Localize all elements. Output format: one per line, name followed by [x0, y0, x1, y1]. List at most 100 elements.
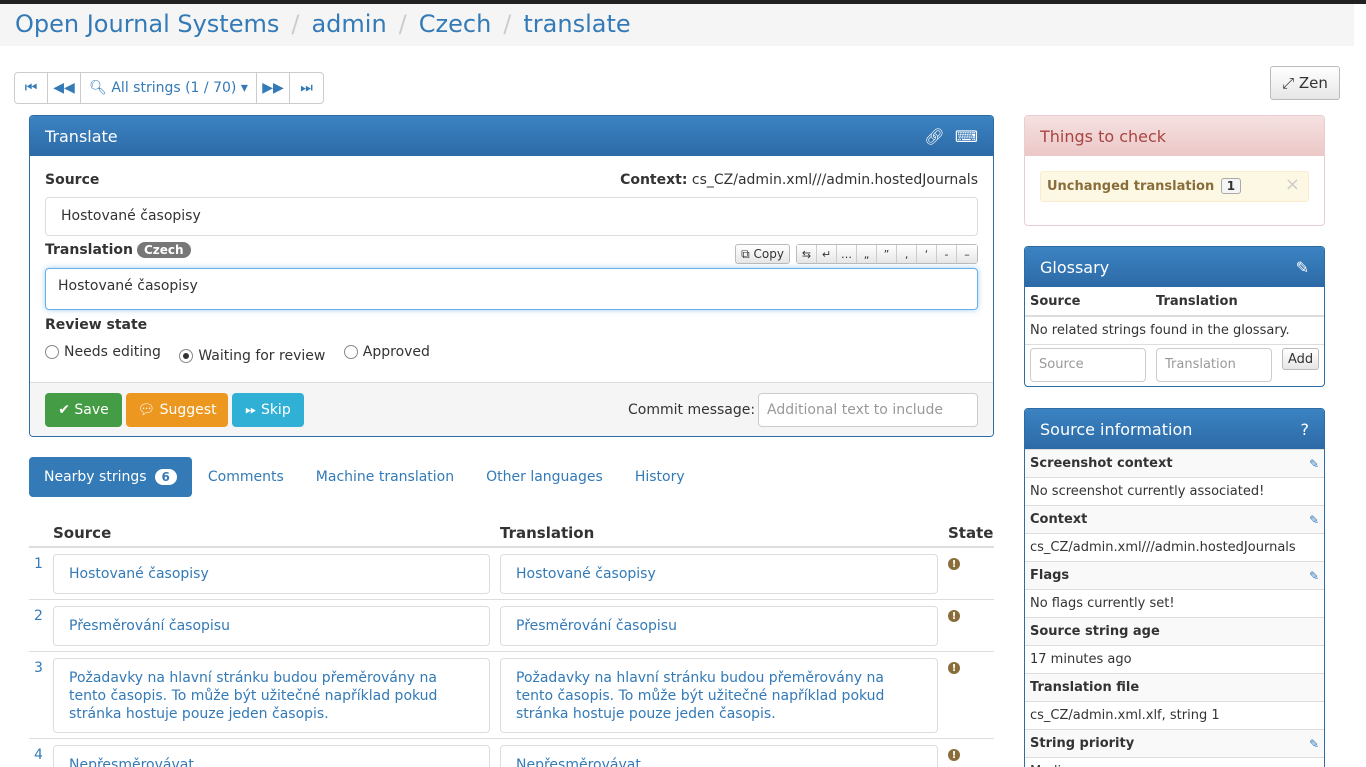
editor-toolbar: ⧉ Copy ⇆ ↵ … „ ” ‚ ‘ - – [735, 244, 978, 264]
next-icon: ▶▶ [262, 80, 284, 96]
string-navigation: ⏮ ◀◀ 🔍︎ All strings (1 / 70) ▾ ▶▶ ⏭ [14, 72, 324, 104]
source-info-title: Source information [1040, 419, 1193, 439]
tab-history[interactable]: History [619, 457, 701, 497]
pencil-icon[interactable]: ✎ [1309, 457, 1319, 471]
translation-textarea[interactable]: Hostované časopisy [45, 268, 978, 310]
translate-footer: ✔ Save 💬︎ Suggest ⏩︎ Skip Commit message… [30, 382, 993, 436]
special-char-button[interactable]: ↵ [817, 245, 837, 263]
special-char-button[interactable]: … [837, 245, 857, 263]
glossary-add-button[interactable]: Add [1282, 348, 1320, 370]
keyboard-icon[interactable]: ⌨ [955, 127, 978, 146]
info-label: Context ✎ [1025, 505, 1324, 533]
prev-string-button[interactable]: ◀◀ [48, 73, 81, 103]
info-label-text: Context [1030, 512, 1088, 527]
source-information-panel: Source information? Screenshot context ✎ … [1024, 408, 1325, 767]
special-char-button[interactable]: ⇆ [797, 245, 817, 263]
info-value: 17 minutes ago [1025, 645, 1324, 673]
warning-icon: ! [948, 662, 960, 674]
approved-radio[interactable]: Approved [343, 344, 430, 360]
first-string-button[interactable]: ⏮ [15, 73, 48, 103]
string-filter-dropdown[interactable]: 🔍︎ All strings (1 / 70) ▾ [81, 73, 257, 103]
row-source[interactable]: Přesměrování časopisu [53, 606, 490, 646]
radio-circle [343, 345, 358, 359]
breadcrumb: Open Journal Systems / admin / Czech / transla… [0, 4, 1354, 46]
row-number[interactable]: 2 [34, 608, 43, 624]
table-row[interactable]: 4 Nepřesměrovávat Nepřesměrovávat ! [29, 739, 994, 767]
translation-header: Translation Czech [45, 242, 191, 258]
check-count: 1 [1220, 178, 1242, 194]
copy-label: Copy [753, 247, 784, 261]
info-label-text: Flags [1030, 568, 1070, 583]
prev-icon: ◀◀ [53, 80, 75, 96]
crumb-component[interactable]: admin [311, 10, 386, 38]
row-source[interactable]: Požadavky na hlavní stránku budou přeměr… [53, 658, 490, 733]
warning-icon: ! [948, 749, 960, 761]
tab-machine-translation[interactable]: Machine translation [300, 457, 470, 497]
row-translation[interactable]: Přesměrování časopisu [500, 606, 938, 646]
glossary-header: Source Translation [1025, 287, 1324, 317]
table-row[interactable]: 3 Požadavky na hlavní stránku budou přem… [29, 652, 994, 739]
tab-other-languages[interactable]: Other languages [470, 457, 619, 497]
glossary-source-input[interactable]: Source [1030, 348, 1146, 382]
zen-button[interactable]: ⤢ Zen [1270, 66, 1340, 100]
caret-down-icon: ▾ [240, 80, 248, 96]
row-number[interactable]: 1 [34, 556, 43, 572]
check-icon: ✔ [58, 402, 70, 418]
crumb-translate[interactable]: translate [523, 10, 630, 38]
pencil-icon[interactable]: ✎ [1309, 737, 1319, 751]
row-translation[interactable]: Hostované časopisy [500, 554, 938, 594]
nearby-strings-table: Source Translation State 1 Hostované čas… [29, 520, 994, 767]
table-row[interactable]: 1 Hostované časopisy Hostované časopisy … [29, 548, 994, 600]
table-row[interactable]: 2 Přesměrování časopisu Přesměrování čas… [29, 600, 994, 652]
special-char-button[interactable]: ‘ [917, 245, 937, 263]
skip-button[interactable]: ⏩︎ Skip [232, 393, 304, 427]
special-char-button[interactable]: – [957, 245, 977, 263]
tab-comments[interactable]: Comments [192, 457, 300, 497]
row-translation[interactable]: Požadavky na hlavní stránku budou přeměr… [500, 658, 938, 733]
crumb-sep: / [503, 10, 512, 38]
waiting-review-radio[interactable]: Waiting for review [179, 348, 325, 364]
translation-label: Translation [45, 242, 133, 258]
copy-button[interactable]: ⧉ Copy [735, 244, 790, 264]
context-label: Context: [620, 172, 688, 188]
edit-icon[interactable]: ✎ [1296, 258, 1309, 277]
special-char-button[interactable]: ‚ [897, 245, 917, 263]
commit-message-input[interactable]: Additional text to include [758, 393, 978, 427]
count-badge: 6 [154, 469, 177, 485]
needs-editing-radio[interactable]: Needs editing [45, 344, 161, 360]
tab-nearby-strings[interactable]: Nearby strings 6 [29, 457, 192, 497]
info-label-text: Screenshot context [1030, 456, 1173, 471]
info-value: cs_CZ/admin.xml///admin.hostedJournals [1025, 533, 1324, 561]
dismiss-icon[interactable]: × [1285, 174, 1300, 195]
suggest-label: Suggest [159, 402, 217, 418]
expand-icon: ⤢ [1282, 74, 1295, 92]
copy-icon: ⧉ [741, 246, 750, 261]
link-icon[interactable]: 🔗︎ [924, 127, 944, 146]
pencil-icon[interactable]: ✎ [1309, 513, 1319, 527]
help-icon[interactable]: ? [1301, 420, 1310, 439]
radio-circle-selected [179, 349, 194, 363]
last-string-button[interactable]: ⏭ [290, 73, 323, 103]
row-source[interactable]: Hostované časopisy [53, 554, 490, 594]
crumb-language[interactable]: Czech [419, 10, 492, 38]
row-translation[interactable]: Nepřesměrovávat [500, 745, 938, 767]
suggest-button[interactable]: 💬︎ Suggest [126, 393, 228, 427]
pencil-icon[interactable]: ✎ [1309, 569, 1319, 583]
row-number[interactable]: 4 [34, 747, 43, 763]
special-char-button[interactable]: - [937, 245, 957, 263]
save-label: Save [74, 402, 109, 418]
radio-label: Waiting for review [198, 348, 326, 364]
glossary-translation-input[interactable]: Translation [1156, 348, 1272, 382]
special-char-button[interactable]: „ [857, 245, 877, 263]
row-source[interactable]: Nepřesměrovávat [53, 745, 490, 767]
last-icon: ⏭ [300, 80, 313, 96]
details-tabs: Nearby strings 6 Comments Machine transla… [29, 457, 701, 497]
row-number[interactable]: 3 [34, 660, 43, 676]
info-value: No screenshot currently associated! [1025, 477, 1324, 505]
next-string-button[interactable]: ▶▶ [257, 73, 290, 103]
save-button[interactable]: ✔ Save [45, 393, 122, 427]
checks-header: Things to check [1025, 116, 1324, 156]
crumb-project[interactable]: Open Journal Systems [15, 10, 279, 38]
special-char-button[interactable]: ” [877, 245, 897, 263]
unchanged-check[interactable]: Unchanged translation 1 × [1040, 171, 1309, 202]
